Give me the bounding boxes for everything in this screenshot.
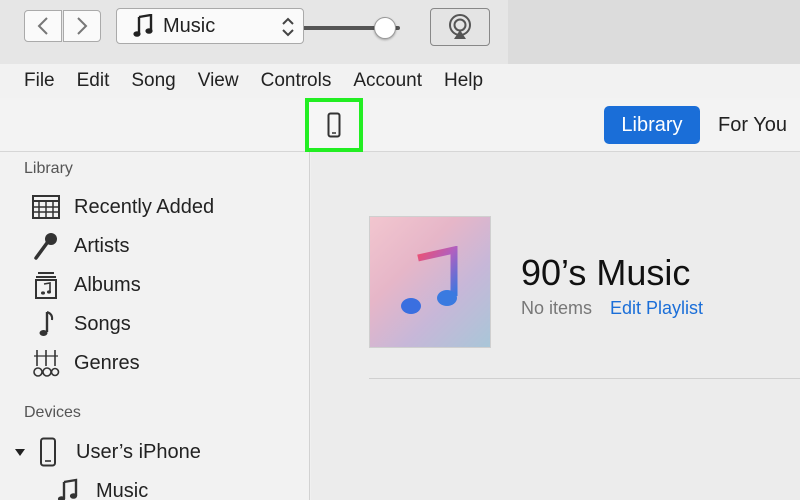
music-note-icon [401,246,458,314]
music-note-icon [57,478,78,500]
volume-knob[interactable] [374,17,396,39]
main-content: 90’s Music No items Edit Playlist [311,152,800,500]
sidebar-item-label: Albums [74,273,141,296]
media-type-select[interactable]: Music [116,8,304,44]
sidebar-item-recently-added[interactable]: Recently Added [30,190,214,224]
music-note-icon [39,311,54,336]
airplay-icon [449,14,471,39]
guitar-icon [33,350,60,377]
iphone-icon [327,112,341,138]
media-type-label: Music [163,14,216,37]
menu-bar: File Edit Song View Controls Account Hel… [0,64,800,98]
microphone-icon [34,233,57,260]
album-icon [35,272,57,299]
tab-library[interactable]: Library [604,106,700,144]
sidebar-item-label: Songs [74,312,131,335]
menu-view[interactable]: View [198,70,239,92]
iphone-icon [40,437,56,467]
chevron-right-icon [77,17,88,35]
sidebar-item-device[interactable]: User’s iPhone [14,435,201,469]
sidebar-item-artists[interactable]: Artists [30,229,130,263]
airplay-button[interactable] [430,8,490,46]
sidebar-item-label: Recently Added [74,195,215,218]
menu-help[interactable]: Help [444,70,483,92]
sidebar-item-label: Genres [74,351,140,374]
up-down-chevron-icon [282,17,294,37]
menu-song[interactable]: Song [131,70,175,92]
playlist-title: 90’s Music [521,252,691,293]
playlist-meta: No items Edit Playlist [521,298,703,319]
sidebar-item-label: Music [96,479,149,500]
devices-heading: Devices [24,404,81,421]
sidebar-item-genres[interactable]: Genres [30,346,140,380]
library-heading: Library [24,160,73,177]
grid-icon [32,195,60,219]
divider [369,378,800,379]
tab-for-you[interactable]: For You [718,106,787,144]
disclosure-triangle-icon[interactable] [14,446,26,458]
sidebar-item-device-music[interactable]: Music [52,474,148,500]
forward-button[interactable] [63,10,101,42]
sidebar: Library Recently Added Artists Albums So… [0,152,310,500]
menu-account[interactable]: Account [353,70,422,92]
sidebar-item-label: Artists [74,234,130,257]
music-note-icon [133,14,153,37]
back-button[interactable] [24,10,62,42]
device-button-highlight[interactable] [305,98,363,152]
player-display-area [508,0,800,64]
device-name: User’s iPhone [76,440,201,463]
sidebar-item-albums[interactable]: Albums [30,268,141,302]
sidebar-item-songs[interactable]: Songs [30,307,131,341]
chevron-left-icon [37,17,48,35]
menu-edit[interactable]: Edit [77,70,110,92]
device-button[interactable] [309,102,359,148]
playlist-artwork [369,216,491,348]
playlist-status: No items [521,298,593,318]
menu-file[interactable]: File [24,70,55,92]
menu-controls[interactable]: Controls [261,70,332,92]
edit-playlist-link[interactable]: Edit Playlist [610,298,703,318]
